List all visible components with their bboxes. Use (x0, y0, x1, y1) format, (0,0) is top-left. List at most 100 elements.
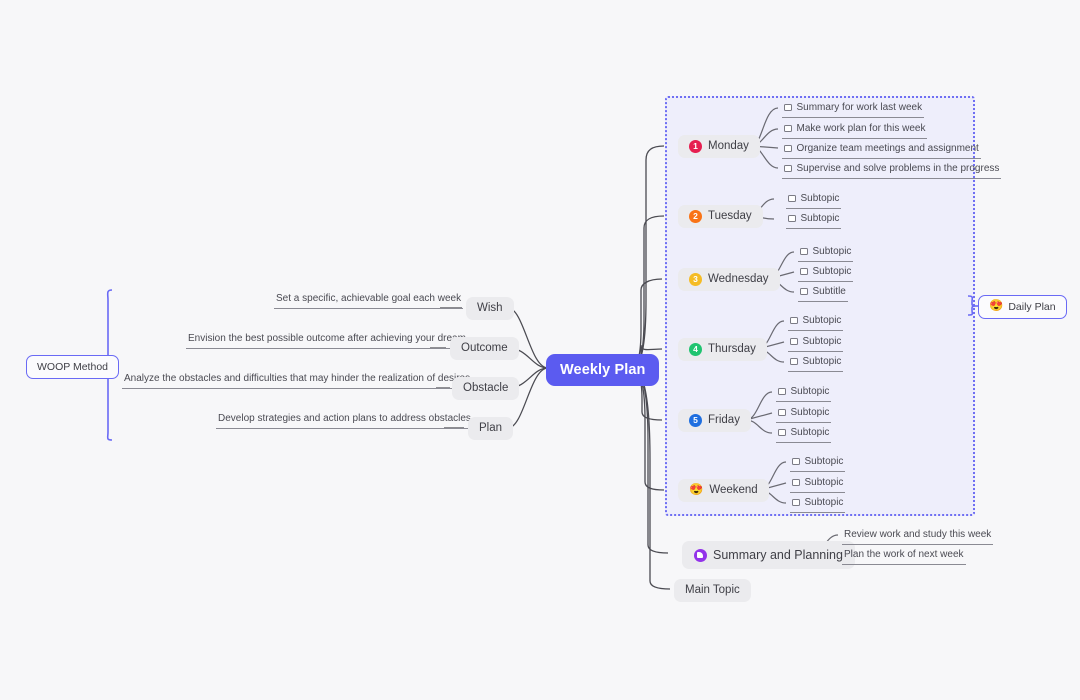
subtopic-weekend-2[interactable]: Subtopic (790, 476, 846, 493)
checkbox-icon[interactable] (778, 387, 786, 396)
woop-detail-plan[interactable]: Develop strategies and action plans to a… (216, 412, 473, 429)
node-wish[interactable]: Wish (466, 297, 514, 321)
subtopic-tuesday-2[interactable]: Subtopic (786, 212, 842, 229)
subtopic-friday-1[interactable]: Subtopic (776, 385, 832, 402)
checkbox-icon[interactable] (792, 457, 800, 466)
subtopic-monday-2[interactable]: Make work plan for this week (782, 122, 928, 139)
subtopic-label: Subtopic (790, 427, 830, 438)
subtopic-summary-2[interactable]: Plan the work of next week (842, 548, 966, 565)
node-plan[interactable]: Plan (468, 417, 514, 441)
checkbox-icon[interactable] (790, 337, 798, 346)
checkbox-icon[interactable] (792, 478, 800, 487)
checkbox-icon[interactable] (778, 408, 786, 417)
checkbox-icon[interactable] (788, 194, 796, 203)
checkbox-icon[interactable] (790, 357, 798, 366)
woop-detail-text: Develop strategies and action plans to a… (218, 413, 471, 424)
subtopic-label: Organize team meetings and assignment (796, 143, 979, 154)
node-wednesday[interactable]: 3 Wednesday (678, 268, 780, 292)
subtopic-summary-1[interactable]: Review work and study this week (842, 528, 994, 545)
root-label: Weekly Plan (560, 362, 646, 378)
subtopic-wednesday-3[interactable]: Subtitle (798, 285, 848, 302)
checkbox-icon[interactable] (788, 214, 796, 223)
node-label: Thursday (708, 343, 756, 355)
node-weekend[interactable]: 😍 Weekend (678, 479, 769, 503)
woop-method-node[interactable]: WOOP Method (26, 355, 119, 379)
woop-detail-text: Envision the best possible outcome after… (188, 333, 466, 344)
subtopic-label: Subtopic (812, 246, 852, 257)
node-label: Friday (708, 414, 740, 426)
woop-detail-text: Set a specific, achievable goal each wee… (276, 293, 462, 304)
subtopic-label: Summary for work last week (796, 102, 923, 113)
checkbox-icon[interactable] (792, 498, 800, 507)
subtopic-label: Supervise and solve problems in the prog… (796, 163, 1000, 174)
node-label: Outcome (461, 342, 508, 354)
checkbox-icon[interactable] (800, 287, 808, 296)
node-summary-and-planning[interactable]: Summary and Planning (682, 541, 855, 570)
node-friday[interactable]: 5 Friday (678, 409, 751, 433)
node-label: Main Topic (685, 584, 740, 596)
node-outcome[interactable]: Outcome (450, 337, 519, 361)
subtopic-label: Subtopic (802, 356, 842, 367)
checkbox-icon[interactable] (784, 164, 792, 173)
subtopic-friday-3[interactable]: Subtopic (776, 426, 832, 443)
subtopic-thursday-3[interactable]: Subtopic (788, 355, 844, 372)
subtopic-label: Subtopic (800, 193, 840, 204)
subtopic-tuesday-1[interactable]: Subtopic (786, 192, 842, 209)
subtopic-label: Review work and study this week (844, 529, 992, 540)
subtopic-label: Plan the work of next week (844, 549, 964, 560)
heart-eyes-emoji-icon: 😍 (989, 300, 1004, 313)
node-main-topic[interactable]: Main Topic (674, 579, 751, 603)
checkbox-icon[interactable] (800, 267, 808, 276)
subtopic-weekend-1[interactable]: Subtopic (790, 455, 846, 472)
node-monday[interactable]: 1 Monday (678, 135, 760, 159)
subtopic-monday-4[interactable]: Supervise and solve problems in the prog… (782, 162, 1002, 179)
subtopic-label: Subtopic (802, 315, 842, 326)
subtopic-friday-2[interactable]: Subtopic (776, 406, 832, 423)
checkbox-icon[interactable] (784, 144, 792, 153)
node-obstacle[interactable]: Obstacle (452, 377, 520, 401)
checkbox-icon[interactable] (800, 247, 808, 256)
subtopic-label: Subtopic (790, 407, 830, 418)
flag-circle-icon (694, 548, 707, 562)
subtopic-thursday-1[interactable]: Subtopic (788, 314, 844, 331)
subtopic-label: Subtopic (800, 213, 840, 224)
node-tuesday[interactable]: 2 Tuesday (678, 205, 763, 229)
subtopic-label: Subtopic (804, 456, 844, 467)
mindmap-canvas: WOOP Method Set a specific, achievable g… (0, 0, 1080, 700)
badge-4-icon: 4 (689, 343, 702, 357)
badge-3-icon: 3 (689, 273, 702, 287)
badge-2-icon: 2 (689, 210, 702, 224)
woop-method-label: WOOP Method (37, 361, 108, 373)
node-label: Summary and Planning (713, 548, 843, 562)
node-label: Weekend (709, 484, 758, 496)
checkbox-icon[interactable] (778, 428, 786, 437)
subtopic-wednesday-2[interactable]: Subtopic (798, 265, 854, 282)
node-label: Plan (479, 422, 503, 434)
node-thursday[interactable]: 4 Thursday (678, 338, 767, 362)
woop-detail-obstacle[interactable]: Analyze the obstacles and difficulties t… (122, 372, 473, 389)
subtopic-weekend-3[interactable]: Subtopic (790, 496, 846, 513)
checkbox-icon[interactable] (790, 316, 798, 325)
subtopic-label: Subtopic (812, 266, 852, 277)
root-node-weekly-plan[interactable]: Weekly Plan (546, 354, 660, 386)
subtopic-label: Subtitle (812, 286, 846, 297)
node-label: Monday (708, 140, 749, 152)
subtopic-monday-1[interactable]: Summary for work last week (782, 101, 925, 118)
badge-1-icon: 1 (689, 140, 702, 154)
heart-eyes-emoji-icon: 😍 (689, 483, 704, 496)
subtopic-label: Subtopic (804, 497, 844, 508)
node-daily-plan[interactable]: 😍 Daily Plan (978, 295, 1067, 319)
checkbox-icon[interactable] (784, 103, 792, 112)
badge-5-icon: 5 (689, 414, 702, 428)
subtopic-monday-3[interactable]: Organize team meetings and assignment (782, 142, 981, 159)
woop-detail-text: Analyze the obstacles and difficulties t… (124, 373, 471, 384)
checkbox-icon[interactable] (784, 124, 792, 133)
woop-detail-wish[interactable]: Set a specific, achievable goal each wee… (274, 292, 464, 309)
subtopic-label: Make work plan for this week (796, 123, 926, 134)
node-label: Wish (477, 302, 503, 314)
daily-plan-group-box (665, 96, 975, 516)
subtopic-thursday-2[interactable]: Subtopic (788, 335, 844, 352)
subtopic-label: Subtopic (802, 336, 842, 347)
subtopic-wednesday-1[interactable]: Subtopic (798, 245, 854, 262)
woop-detail-outcome[interactable]: Envision the best possible outcome after… (186, 332, 468, 349)
